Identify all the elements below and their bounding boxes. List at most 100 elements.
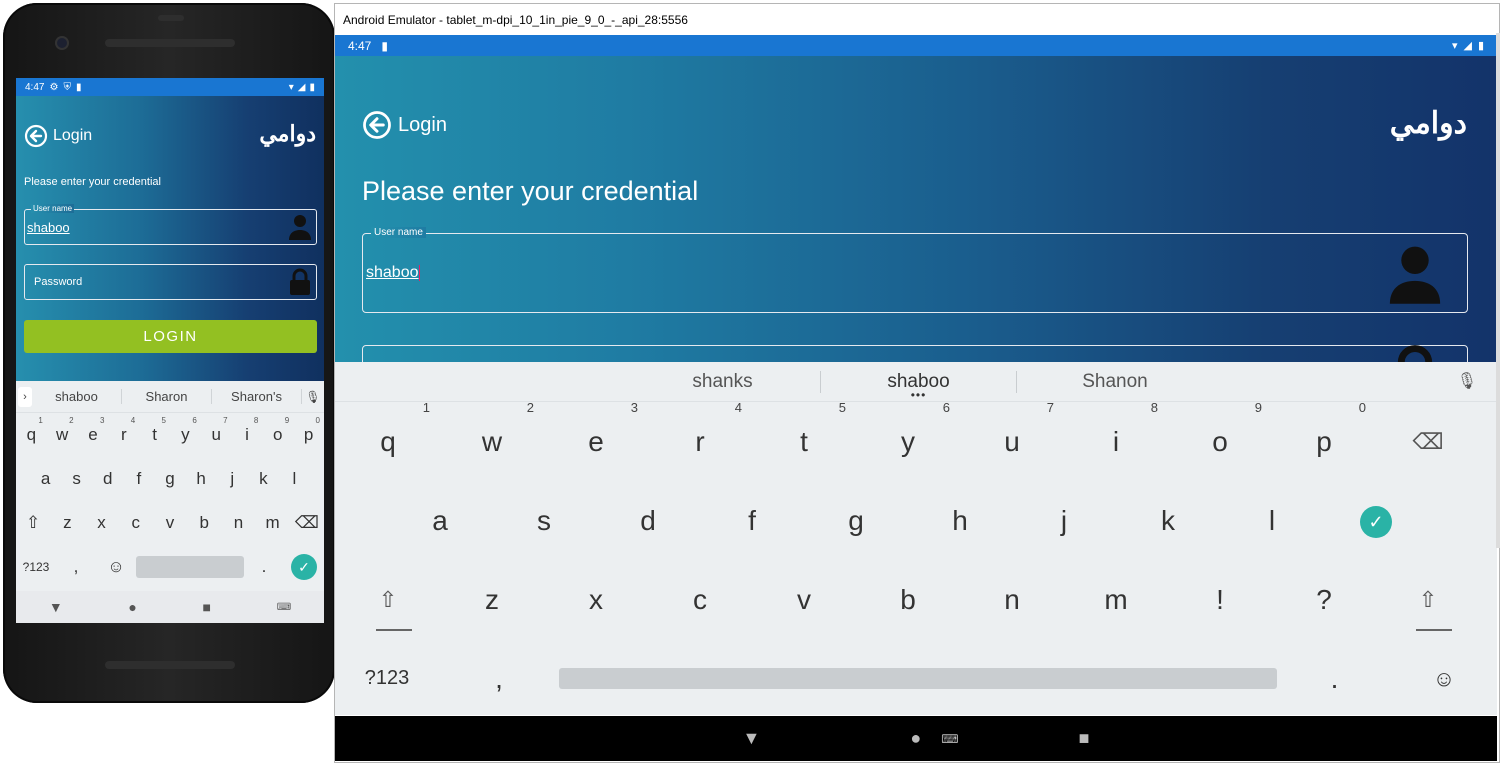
key[interactable]: i8 [232,416,263,445]
done-key[interactable]: ✓ [284,554,324,580]
key[interactable]: g [154,469,185,489]
key[interactable]: j [1012,505,1116,537]
backspace-icon[interactable]: ⌫ [1376,429,1480,455]
key[interactable]: f [700,505,804,537]
phone-status-bar: 4:47 ⚙ ⛨ ▮ ▾ ◢ ▮ [16,78,324,96]
suggestion-strip: shanks shaboo ••• Shanon 🎙 [335,362,1497,402]
lock-icon [290,268,310,295]
back-button[interactable]: Login [24,124,92,148]
emoji-icon[interactable]: ☺ [1392,666,1496,692]
key[interactable]: a [388,505,492,537]
key[interactable]: y6 [170,416,201,445]
key[interactable]: n [960,584,1064,616]
suggestion-item[interactable]: shaboo ••• [821,370,1017,402]
key[interactable]: q1 [16,416,47,445]
comma-key[interactable]: , [56,557,96,577]
key[interactable]: m [256,513,290,533]
key[interactable]: ! [1168,584,1272,616]
key[interactable]: b [187,513,221,533]
recents-icon[interactable]: ■ [1079,728,1090,749]
key[interactable]: a [30,469,61,489]
key[interactable]: d [92,469,123,489]
suggestion-item[interactable]: shanks [625,370,821,393]
symbols-key[interactable]: ?123 [335,667,439,690]
key[interactable]: w2 [440,400,544,458]
done-key[interactable]: ✓ [1324,503,1428,539]
home-icon[interactable]: ● [128,599,136,615]
key[interactable]: d [596,505,700,537]
key-row-1: q1 w2 e3 r4 t5 y6 u7 i8 o9 p0 ⌫ [335,400,1497,481]
keyboard-switch-icon[interactable]: ⌨ [941,732,958,746]
comma-key[interactable]: , [439,663,559,695]
key[interactable]: b [856,584,960,616]
suggestion-item[interactable]: shaboo [32,389,122,404]
shift-icon[interactable]: ⇧ [336,587,440,631]
backspace-icon[interactable]: ⌫ [290,513,324,533]
emoji-icon[interactable]: ☺ [96,557,136,577]
back-button[interactable]: Login [362,110,447,140]
key[interactable]: r4 [108,416,139,445]
microphone-icon[interactable]: 🎙 [302,390,324,404]
key[interactable]: u7 [960,400,1064,458]
key[interactable]: k [248,469,279,489]
password-field[interactable]: Password [24,264,317,300]
key[interactable]: r4 [648,400,752,458]
key[interactable]: e3 [78,416,109,445]
suggestion-item[interactable]: Sharon's [212,389,302,404]
key[interactable]: k [1116,505,1220,537]
key[interactable]: g [804,505,908,537]
chevron-right-icon[interactable]: › [18,386,32,407]
period-key[interactable]: . [244,557,284,577]
key[interactable]: p0 [1272,400,1376,458]
key[interactable]: q1 [336,400,440,458]
key[interactable]: t5 [139,416,170,445]
home-icon[interactable]: ● [910,728,921,749]
key[interactable]: z [440,584,544,616]
key[interactable]: j [217,469,248,489]
suggestion-item[interactable]: Shanon [1017,371,1213,393]
key[interactable]: s [61,469,92,489]
key[interactable]: u7 [201,416,232,445]
key[interactable]: f [123,469,154,489]
key[interactable]: h [186,469,217,489]
key[interactable]: i8 [1064,400,1168,458]
key[interactable]: e3 [544,400,648,458]
username-field[interactable]: User name shaboo [362,227,1468,313]
key[interactable]: l [1220,505,1324,537]
login-button[interactable]: LOGIN [24,320,317,353]
microphone-icon[interactable]: 🎙 [1457,371,1477,391]
key[interactable]: x [84,513,118,533]
key[interactable]: w2 [47,416,78,445]
key[interactable]: v [752,584,856,616]
key[interactable]: x [544,584,648,616]
key[interactable]: ? [1272,584,1376,616]
period-key[interactable]: . [1277,663,1392,695]
space-key[interactable] [136,556,244,578]
key[interactable]: n [221,513,255,533]
key[interactable]: p0 [293,416,324,445]
key[interactable]: l [279,469,310,489]
key[interactable]: s [492,505,596,537]
key[interactable]: o9 [1168,400,1272,458]
shield-icon: ⛨ [63,81,71,93]
key[interactable]: y6 [856,400,960,458]
username-field[interactable]: User name shaboo [24,204,317,245]
key[interactable]: c [119,513,153,533]
back-triangle-icon[interactable]: ▼ [743,728,761,749]
key[interactable]: t5 [752,400,856,458]
shift-icon[interactable]: ⇧ [16,513,50,533]
key-row-4: ?123 , . ☺ [335,639,1497,718]
symbols-key[interactable]: ?123 [16,560,56,574]
key[interactable]: c [648,584,752,616]
key[interactable]: v [153,513,187,533]
key[interactable]: h [908,505,1012,537]
keyboard-switch-icon[interactable]: ⌨ [277,602,291,613]
key[interactable]: z [50,513,84,533]
key[interactable]: m [1064,584,1168,616]
suggestion-item[interactable]: Sharon [122,389,212,404]
key[interactable]: o9 [262,416,293,445]
recents-icon[interactable]: ■ [203,599,211,615]
shift-icon[interactable]: ⇧ [1376,587,1480,631]
space-key[interactable] [559,668,1277,689]
back-triangle-icon[interactable]: ▼ [49,599,63,615]
